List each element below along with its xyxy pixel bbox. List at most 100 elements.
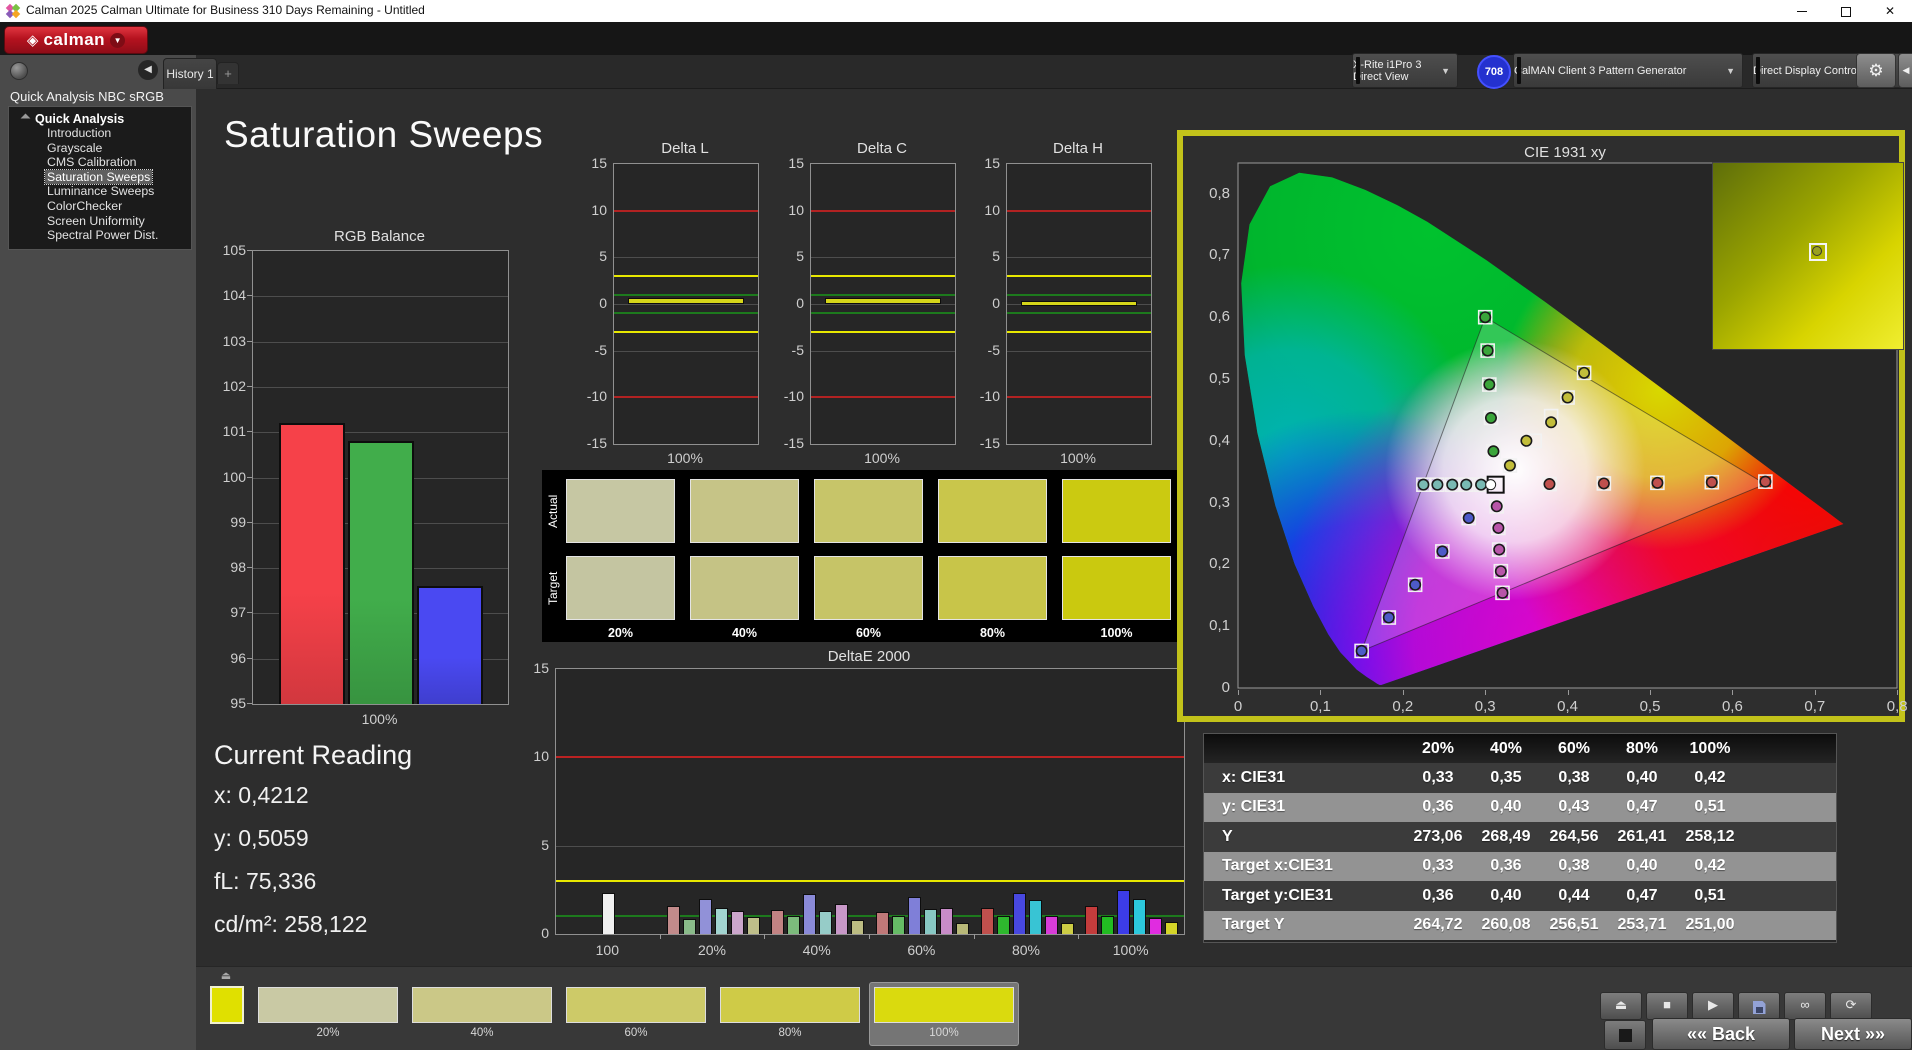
tree-expander-icon[interactable] [20, 113, 31, 124]
sidebar-collapse-button[interactable]: ◀ [138, 60, 158, 80]
play-button[interactable]: ▶ [1692, 992, 1734, 1020]
axis-tick [247, 431, 252, 433]
y-axis-label: 103 [222, 332, 246, 349]
eject-button[interactable]: ⏏ [1600, 992, 1642, 1020]
footer-swatch-20%[interactable]: 20% [254, 983, 402, 1045]
y-axis-label: 15 [533, 660, 549, 676]
source-status-bar [1517, 57, 1521, 84]
stop-button[interactable]: ■ [1646, 992, 1688, 1020]
calman-menu-button[interactable]: ◈ calman ▼ [4, 26, 148, 54]
deltae-group-label: 100 [595, 942, 619, 958]
measured-marker-yellow [1520, 434, 1533, 447]
limit-line [811, 312, 955, 315]
maximize-button[interactable] [1826, 0, 1866, 22]
y-axis-label: 97 [230, 604, 246, 621]
measured-marker-red [1705, 476, 1718, 489]
sidebar-item-screen-uniformity[interactable]: Screen Uniformity [45, 214, 147, 229]
gridline [253, 386, 508, 388]
target-swatch-60% [814, 556, 923, 620]
gridline [253, 296, 508, 298]
measured-marker-cyan [1475, 478, 1488, 491]
swatch-color [720, 987, 860, 1023]
deltae-bar [1028, 900, 1042, 934]
pattern-square-icon [1618, 1029, 1632, 1042]
deltae-bar [1060, 923, 1074, 934]
panel-collapse-button[interactable]: ◀ [1898, 53, 1912, 88]
table-cell: 264,72 [1413, 916, 1463, 934]
table-cell: 0,42 [1694, 857, 1726, 875]
limit-line [556, 880, 1184, 882]
source-selector[interactable]: CalMAN Client 3 Pattern Generator ▼ [1513, 53, 1743, 88]
refresh-button[interactable]: ⟳ [1830, 992, 1872, 1020]
footer-swatch-40%[interactable]: 40% [408, 983, 556, 1045]
rgb-balance-plot [252, 250, 509, 705]
next-button[interactable]: Next »» [1794, 1018, 1912, 1050]
footer-swatch-60%[interactable]: 60% [562, 983, 710, 1045]
deltae-bar [1101, 916, 1115, 934]
table-row: Target Y 264,72 260,08 256,51 253,71 251,00 [1204, 910, 1836, 940]
axis-tick [247, 340, 252, 342]
axis-tick [247, 567, 252, 569]
tree-root-quick-analysis[interactable]: Quick Analysis [20, 112, 191, 126]
y-axis-label: 101 [222, 423, 246, 440]
axis-tick [247, 703, 252, 704]
y-axis-label: 10 [533, 748, 549, 765]
tab-history-1[interactable]: History 1 [163, 58, 217, 89]
back-button[interactable]: «« Back [1652, 1018, 1790, 1050]
row-label-target: Target [546, 571, 560, 605]
rgb-bar-blue [417, 586, 483, 704]
limit-line [1007, 312, 1151, 315]
axis-tick [1238, 690, 1239, 695]
table-row: Target y:CIE31 0,36 0,40 0,44 0,47 0,51 [1204, 881, 1836, 911]
delta-l-bar [628, 298, 744, 304]
rgb-bar-green [348, 441, 414, 704]
measured-marker-red [1759, 475, 1772, 488]
meter-selector[interactable]: X-Rite i1Pro 3 Direct View ▼ [1352, 53, 1458, 88]
axis-tick [1732, 690, 1734, 695]
infinity-button[interactable]: ∞ [1784, 992, 1826, 1020]
footer-swatch-label: 80% [778, 1027, 802, 1039]
x-axis-label: 100% [667, 450, 703, 466]
table-cell: 0,40 [1626, 768, 1658, 786]
measured-marker-green [1479, 311, 1492, 324]
sidebar-item-spectral-power-dist-[interactable]: Spectral Power Dist. [45, 228, 160, 243]
cie-x-label: 0 [1233, 698, 1243, 715]
footer-swatch-100%[interactable]: 100% [870, 983, 1018, 1045]
footer-swatch-80%[interactable]: 80% [716, 983, 864, 1045]
save-button[interactable] [1738, 992, 1780, 1020]
measured-marker-green [1487, 445, 1500, 458]
table-row-label: y: CIE31 [1222, 798, 1286, 816]
y-axis-label: -15 [979, 435, 1000, 451]
actual-swatch-80% [938, 479, 1047, 543]
limit-line [614, 209, 758, 212]
add-tab-button[interactable]: + [217, 62, 239, 84]
cie-y-label: 0,3 [1209, 493, 1230, 511]
meter-mode: Direct View [1353, 70, 1409, 83]
axis-tick [247, 295, 252, 297]
limit-line [811, 396, 955, 399]
sidebar-item-introduction[interactable]: Introduction [45, 126, 113, 141]
sidebar-item-cms-calibration[interactable]: CMS Calibration [45, 155, 139, 170]
y-axis-label: 96 [230, 649, 246, 666]
close-button[interactable]: ✕ [1870, 0, 1910, 22]
settings-gear-button[interactable]: ⚙ [1856, 53, 1896, 88]
pattern-window-button[interactable] [1604, 1020, 1646, 1050]
current-pattern-indicator[interactable] [210, 986, 244, 1024]
cie-y-label: 0 [1221, 679, 1230, 696]
sidebar-item-luminance-sweeps[interactable]: Luminance Sweeps [45, 184, 156, 199]
calman-brand-label: calman [43, 30, 106, 49]
sidebar-item-saturation-sweeps[interactable]: Saturation Sweeps [43, 168, 154, 186]
limit-line [614, 312, 758, 315]
minimize-button[interactable] [1782, 0, 1822, 22]
table-cell: 268,49 [1481, 827, 1531, 845]
axis-tick [247, 250, 252, 251]
sidebar-item-grayscale[interactable]: Grayscale [45, 141, 104, 156]
gridline [811, 304, 955, 305]
sidebar-item-colorchecker[interactable]: ColorChecker [45, 199, 124, 214]
table-col-header: 100% [1689, 739, 1731, 757]
delta-c-title: Delta C [856, 140, 908, 157]
layout-options-button[interactable] [10, 62, 28, 80]
measurement-count-badge[interactable]: 708 [1477, 55, 1511, 89]
calman-app-window: Calman 2025 Calman Ultimate for Business… [0, 0, 1912, 1050]
table-cell: 0,38 [1558, 768, 1590, 786]
